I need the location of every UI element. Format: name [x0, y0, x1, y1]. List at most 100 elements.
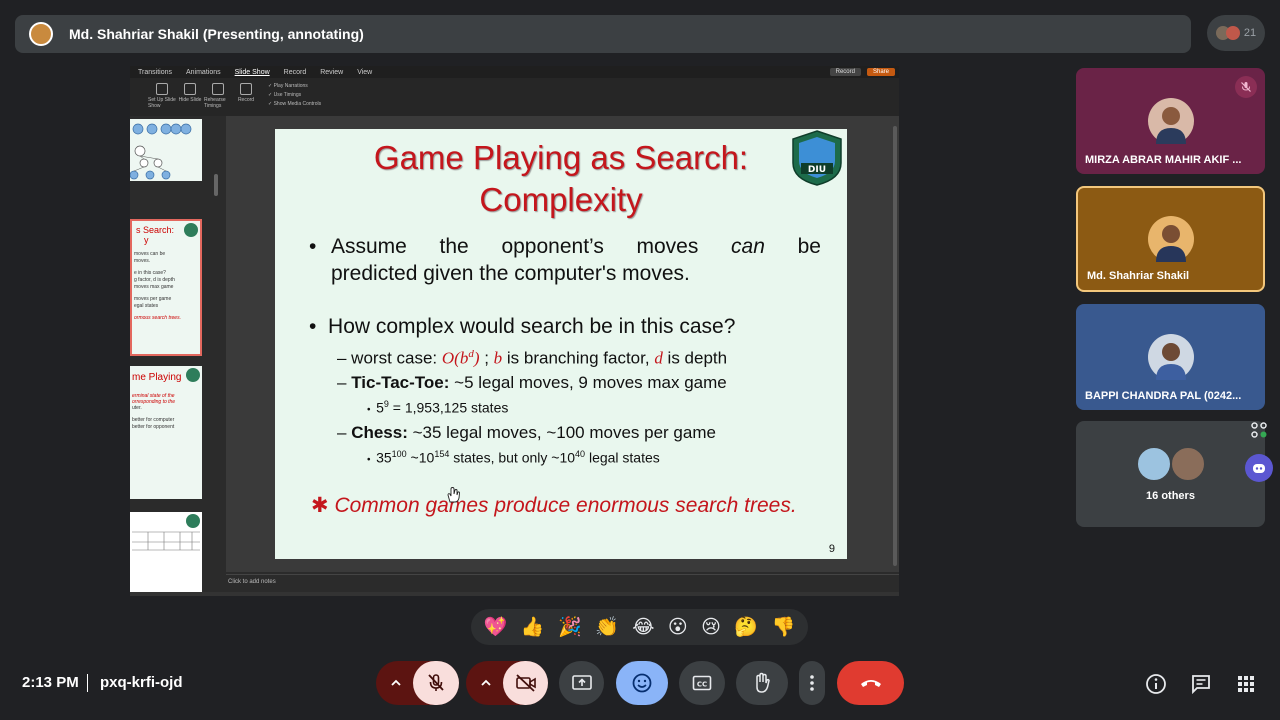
side-panel-icons	[1245, 416, 1273, 482]
participant-tile-active[interactable]: Md. Shahriar Shakil	[1076, 186, 1265, 292]
participant-tile[interactable]: BAPPI CHANDRA PAL (0242...	[1076, 304, 1265, 410]
play-narrations-check[interactable]: ✓ Play Narrations	[268, 83, 321, 89]
reactions-bar: 💖 👍 🎉 👏 😂 😮 😢 🤔 👎	[471, 609, 808, 645]
thumbnail-slide-current[interactable]: s Search: y moves can be moves. e in thi…	[130, 219, 202, 356]
thumbnail-slide[interactable]: me Playing erminal state of the orrespon…	[130, 366, 202, 499]
mic-off-icon	[1235, 76, 1257, 98]
tab-view[interactable]: View	[357, 69, 372, 76]
diu-logo: DIU	[792, 130, 842, 186]
avatar	[1148, 98, 1194, 144]
divider	[87, 674, 88, 692]
meeting-code[interactable]: pxq-krfi-ojd	[100, 674, 183, 691]
more-options-button[interactable]	[799, 661, 825, 705]
record-icon	[240, 83, 252, 95]
camera-toggle-button[interactable]	[503, 661, 548, 705]
raise-hand-button[interactable]	[736, 661, 788, 705]
ribbon-body: Set Up Slide Show Hide Slide Rehearse Ti…	[130, 78, 899, 116]
worst-case-line: – worst case: O(bd) ; b is branching fac…	[337, 348, 728, 368]
reaction-thumbs-down[interactable]: 👎	[772, 617, 796, 637]
show-media-controls-check[interactable]: ✓ Show Media Controls	[268, 101, 321, 107]
participants-button[interactable]: 21	[1207, 15, 1265, 51]
meeting-time: 2:13 PM	[22, 674, 79, 691]
conclusion-line: ✱ Common games produce enormous search t…	[311, 494, 797, 517]
reaction-clap[interactable]: 👏	[595, 617, 619, 637]
participant-avatar	[1225, 26, 1240, 40]
tic-tac-toe-states: • 59 = 1,953,125 states	[367, 399, 509, 416]
logo-text: DIU	[808, 165, 826, 175]
slide-thumbnails: s Search: y moves can be moves. e in thi…	[130, 116, 202, 592]
leave-call-button[interactable]	[837, 661, 904, 705]
reaction-surprised[interactable]: 😮	[668, 617, 688, 637]
hand-cursor-icon	[447, 487, 460, 503]
camera-off-icon	[515, 674, 536, 692]
reaction-sad[interactable]: 😢	[701, 617, 721, 637]
avatar	[1148, 334, 1194, 380]
reaction-sparkling-heart[interactable]: 💖	[484, 617, 508, 637]
bullet-complexity: • How complex would search be in this ca…	[309, 315, 736, 338]
thumbnail-scrollbar[interactable]	[214, 174, 218, 196]
tab-review[interactable]: Review	[320, 69, 343, 76]
captions-icon: CC	[692, 675, 712, 691]
chevron-up-icon	[391, 679, 401, 686]
mic-toggle-button[interactable]	[413, 661, 459, 705]
thumbnail-slide[interactable]	[130, 119, 202, 181]
video-options-button[interactable]	[466, 661, 506, 705]
tab-animations[interactable]: Animations	[186, 69, 221, 76]
use-timings-check[interactable]: ✓ Use Timings	[268, 92, 321, 98]
avatar	[1136, 446, 1172, 482]
asterisk-icon: ✱	[311, 494, 335, 517]
bullet-assume: • Assume the opponent’s moves can be pre…	[309, 235, 821, 285]
participant-name: Md. Shahriar Shakil	[1087, 270, 1190, 282]
reaction-thinking[interactable]: 🤔	[734, 617, 758, 637]
apps-icon[interactable]	[1245, 416, 1273, 444]
reaction-party[interactable]: 🎉	[558, 617, 582, 637]
raise-hand-icon	[756, 672, 770, 693]
chess-states: • 35100 ~10154 states, but only ~1040 le…	[367, 449, 660, 466]
notes-pane[interactable]: Click to add notes	[226, 574, 899, 590]
ribbon-record-button[interactable]: Record	[232, 83, 260, 103]
ribbon-tabs: Transitions Animations Slide Show Record…	[130, 66, 899, 78]
thumbnail-slide[interactable]	[130, 512, 202, 592]
activities-grid-icon[interactable]	[1234, 672, 1258, 696]
logo-icon	[186, 368, 200, 382]
mic-off-icon	[428, 674, 444, 691]
meeting-details-icon[interactable]	[1144, 672, 1168, 696]
rehearse-timings-button[interactable]: Rehearse Timings	[204, 83, 232, 109]
setup-icon	[156, 83, 168, 95]
tab-record[interactable]: Record	[284, 69, 307, 76]
others-count: 16 others	[1146, 490, 1195, 502]
participant-name: MIRZA ABRAR MAHIR AKIF ...	[1085, 154, 1242, 166]
participant-count: 21	[1243, 27, 1257, 39]
ppt-share-button[interactable]: Share	[866, 68, 895, 76]
chess-line: – Chess: ~35 legal moves, ~100 moves per…	[337, 423, 716, 442]
editor-scrollbar[interactable]	[893, 126, 897, 566]
avatar	[1170, 446, 1206, 482]
others-tile[interactable]: 16 others	[1076, 421, 1265, 527]
audio-options-button[interactable]	[376, 661, 416, 705]
ppt-record-button[interactable]: Record	[829, 68, 861, 76]
slide-number: 9	[828, 543, 835, 555]
tab-transitions[interactable]: Transitions	[138, 69, 172, 76]
hide-slide-button[interactable]: Hide Slide	[176, 83, 204, 103]
more-vert-icon	[810, 675, 814, 691]
hide-slide-icon	[184, 83, 196, 95]
participant-tile[interactable]: MIRZA ABRAR MAHIR AKIF ...	[1076, 68, 1265, 174]
present-screen-icon	[571, 675, 592, 690]
tic-tac-toe-line: – Tic-Tac-Toe: ~5 legal moves, 9 moves m…	[337, 373, 727, 392]
setup-slideshow-button[interactable]: Set Up Slide Show	[148, 83, 176, 109]
end-call-icon	[860, 680, 881, 687]
reactions-button[interactable]	[616, 661, 668, 705]
chat-icon[interactable]	[1189, 672, 1213, 696]
tab-slide-show[interactable]: Slide Show	[235, 69, 270, 76]
reaction-thumbs-up[interactable]: 👍	[521, 617, 545, 637]
status-bar	[130, 592, 899, 596]
chevron-up-icon	[481, 679, 491, 686]
gemini-chat-icon[interactable]	[1245, 454, 1273, 482]
logo-icon	[186, 514, 200, 528]
captions-button[interactable]: CC	[679, 661, 725, 705]
participant-name: BAPPI CHANDRA PAL (0242...	[1085, 390, 1242, 402]
present-screen-button[interactable]	[559, 661, 604, 705]
emoji-icon	[632, 673, 652, 693]
logo-icon	[184, 223, 198, 237]
reaction-laugh[interactable]: 😂	[632, 617, 654, 637]
